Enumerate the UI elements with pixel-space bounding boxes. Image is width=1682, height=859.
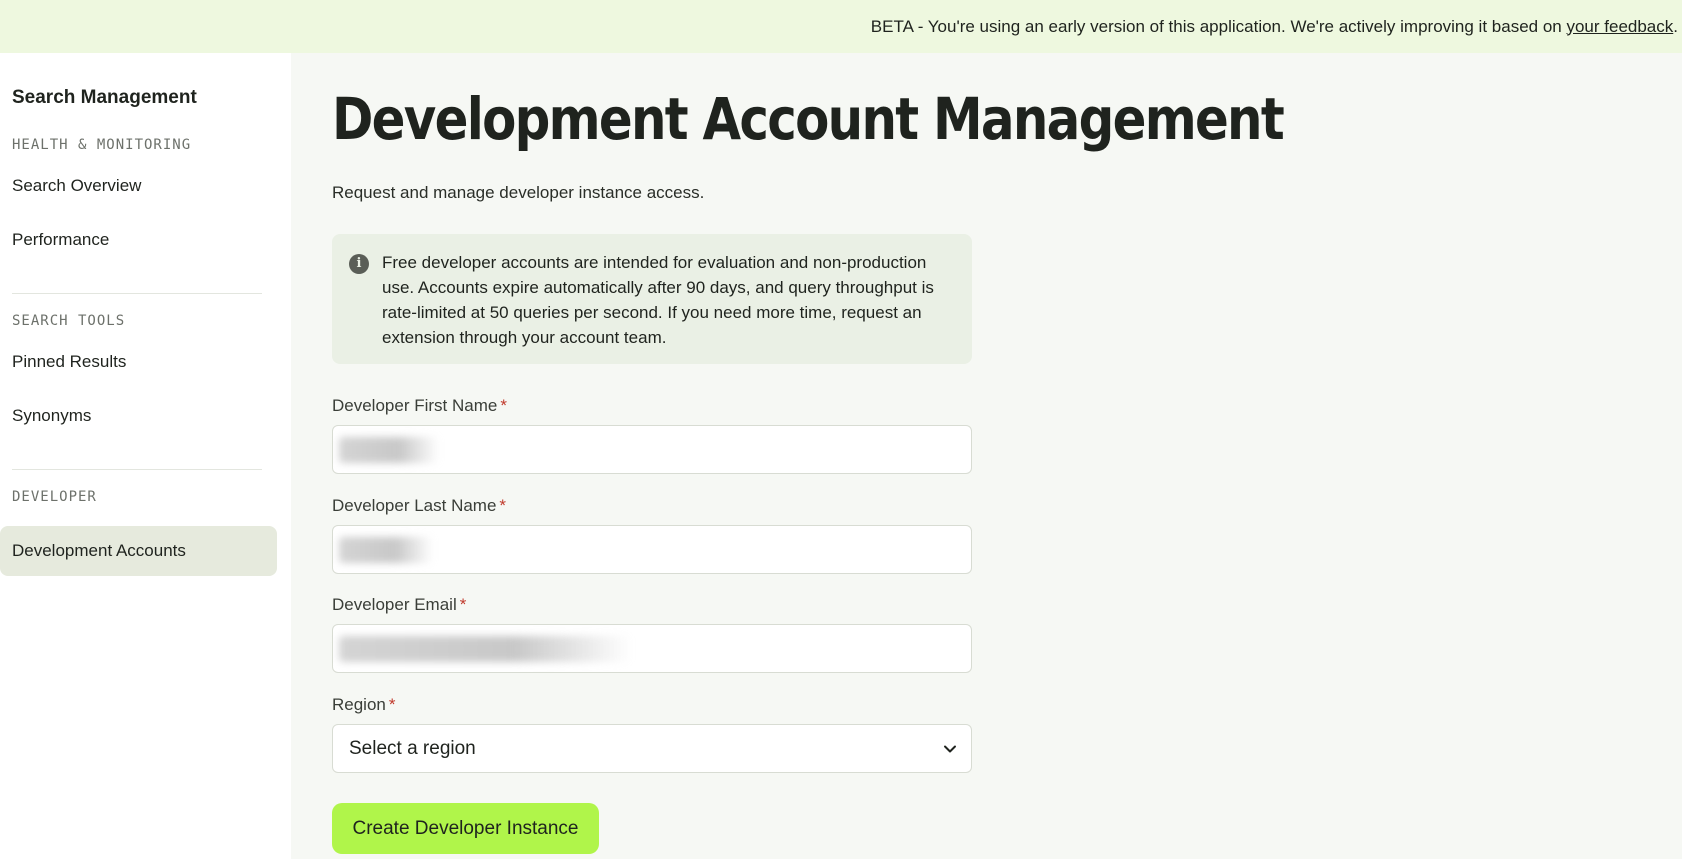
section-label-search-tools: SEARCH TOOLS	[12, 313, 126, 329]
info-text: Free developer accounts are intended for…	[382, 253, 934, 347]
sidebar-item-label: Search Overview	[12, 176, 142, 195]
info-callout: i Free developer accounts are intended f…	[332, 234, 972, 364]
beta-banner-suffix: .	[1673, 16, 1678, 36]
first-name-field[interactable]	[332, 425, 972, 474]
create-developer-instance-button[interactable]: Create Developer Instance	[332, 803, 599, 854]
region-select[interactable]: Select a region	[332, 724, 972, 773]
redacted-value	[339, 635, 631, 662]
region-select-value: Select a region	[349, 737, 476, 759]
beta-banner-text: BETA - You're using an early version of …	[870, 16, 1562, 36]
sidebar-item-synonyms[interactable]: Synonyms	[0, 391, 277, 441]
last-name-label: Developer Last Name *	[332, 496, 506, 516]
sidebar-item-label: Synonyms	[12, 406, 92, 425]
sidebar-divider	[12, 293, 262, 294]
sidebar-item-performance[interactable]: Performance	[0, 215, 277, 265]
beta-banner: BETA - You're using an early version of …	[0, 0, 1682, 53]
email-field[interactable]	[332, 624, 972, 673]
main-content: Development Account Management Request a…	[291, 53, 1682, 859]
info-icon: i	[349, 254, 369, 274]
required-marker: *	[500, 396, 507, 415]
first-name-label-text: Developer First Name	[332, 396, 498, 415]
sidebar-title: Search Management	[12, 87, 197, 108]
first-name-label: Developer First Name *	[332, 396, 507, 416]
required-marker: *	[388, 695, 396, 714]
section-label-health-monitoring: HEALTH & MONITORING	[12, 137, 192, 153]
page-subtitle: Request and manage developer instance ac…	[332, 183, 705, 202]
chevron-down-icon	[944, 745, 956, 753]
redacted-value	[339, 536, 433, 563]
sidebar-item-development-accounts[interactable]: Development Accounts	[0, 526, 277, 576]
required-marker: *	[499, 496, 507, 515]
last-name-field[interactable]	[332, 525, 972, 574]
sidebar-item-label: Pinned Results	[12, 352, 127, 371]
sidebar-item-label: Development Accounts	[12, 541, 186, 560]
section-label-developer: DEVELOPER	[12, 489, 97, 505]
redacted-value	[339, 436, 439, 463]
sidebar-divider	[12, 469, 262, 470]
feedback-link[interactable]: your feedback	[1566, 17, 1673, 37]
email-label-text: Developer Email	[332, 595, 457, 614]
sidebar-item-pinned-results[interactable]: Pinned Results	[0, 337, 277, 387]
email-label: Developer Email *	[332, 595, 466, 615]
sidebar: Search Management HEALTH & MONITORING Se…	[0, 53, 291, 859]
sidebar-item-search-overview[interactable]: Search Overview	[0, 161, 277, 211]
sidebar-item-label: Performance	[12, 230, 110, 249]
region-label: Region *	[332, 695, 396, 715]
page-title: Development Account Management	[332, 85, 1285, 153]
last-name-label-text: Developer Last Name	[332, 496, 497, 515]
region-label-text: Region	[332, 695, 386, 714]
required-marker: *	[459, 595, 467, 614]
